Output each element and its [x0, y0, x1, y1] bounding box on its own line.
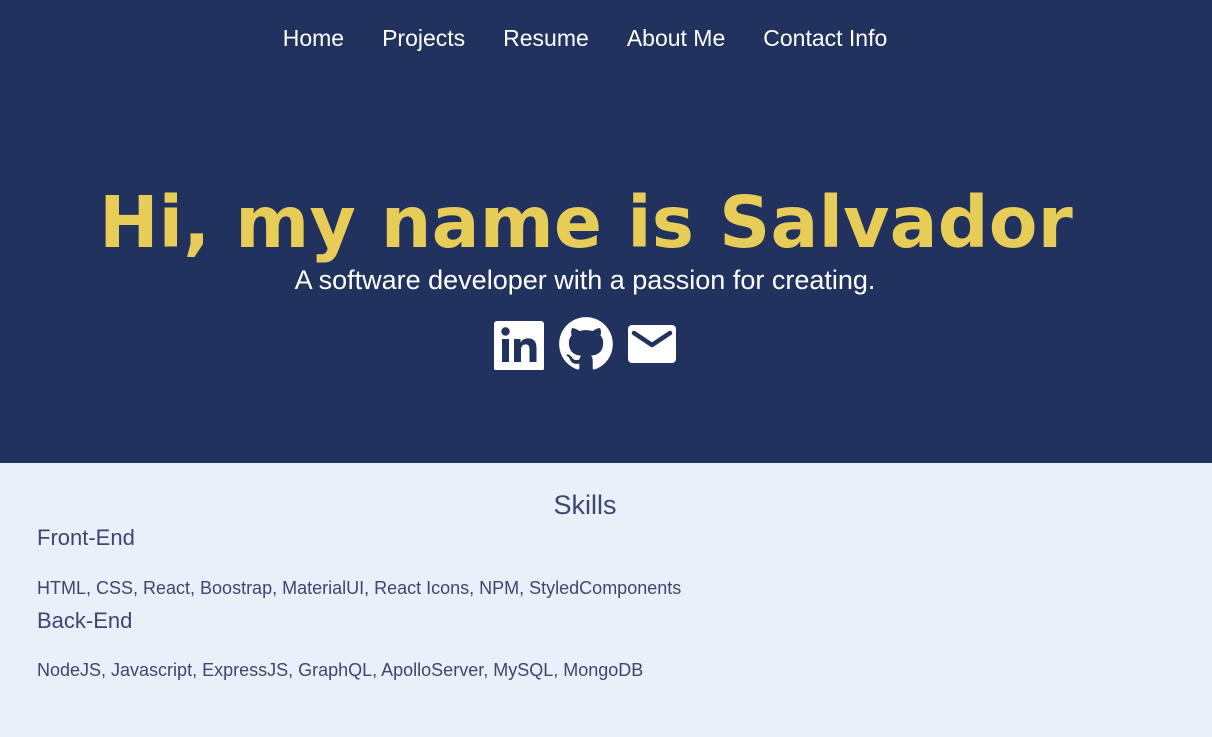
skill-category-frontend-title: Front-End [37, 525, 135, 550]
hero-subtitle: A software developer with a passion for … [294, 265, 876, 295]
nav-projects-link[interactable]: Projects [382, 22, 465, 54]
social-links [0, 316, 1170, 372]
github-icon [559, 317, 613, 370]
skills-section: Skills Front-End HTML, CSS, React, Boost… [0, 463, 1212, 737]
skill-category-backend-title: Back-End [37, 608, 133, 633]
email-link[interactable] [627, 324, 677, 364]
nav-resume-link[interactable]: Resume [503, 22, 589, 54]
hero-title: Hi, my name is Salvador [99, 181, 1073, 264]
nav-about-link[interactable]: About Me [627, 22, 725, 54]
linkedin-icon [494, 321, 544, 371]
main-nav: Home Projects Resume About Me Contact In… [0, 22, 1170, 54]
email-icon [628, 325, 676, 363]
skill-category-frontend-list: HTML, CSS, React, Boostrap, MaterialUI, … [37, 578, 682, 598]
nav-contact-link[interactable]: Contact Info [763, 22, 887, 54]
nav-home-link[interactable]: Home [283, 22, 344, 54]
github-link[interactable] [558, 316, 614, 372]
linkedin-link[interactable] [493, 318, 545, 371]
skill-category-backend-list: NodeJS, Javascript, ExpressJS, GraphQL, … [37, 660, 644, 680]
skills-title: Skills [553, 490, 617, 520]
hero-section: Home Projects Resume About Me Contact In… [0, 0, 1212, 463]
